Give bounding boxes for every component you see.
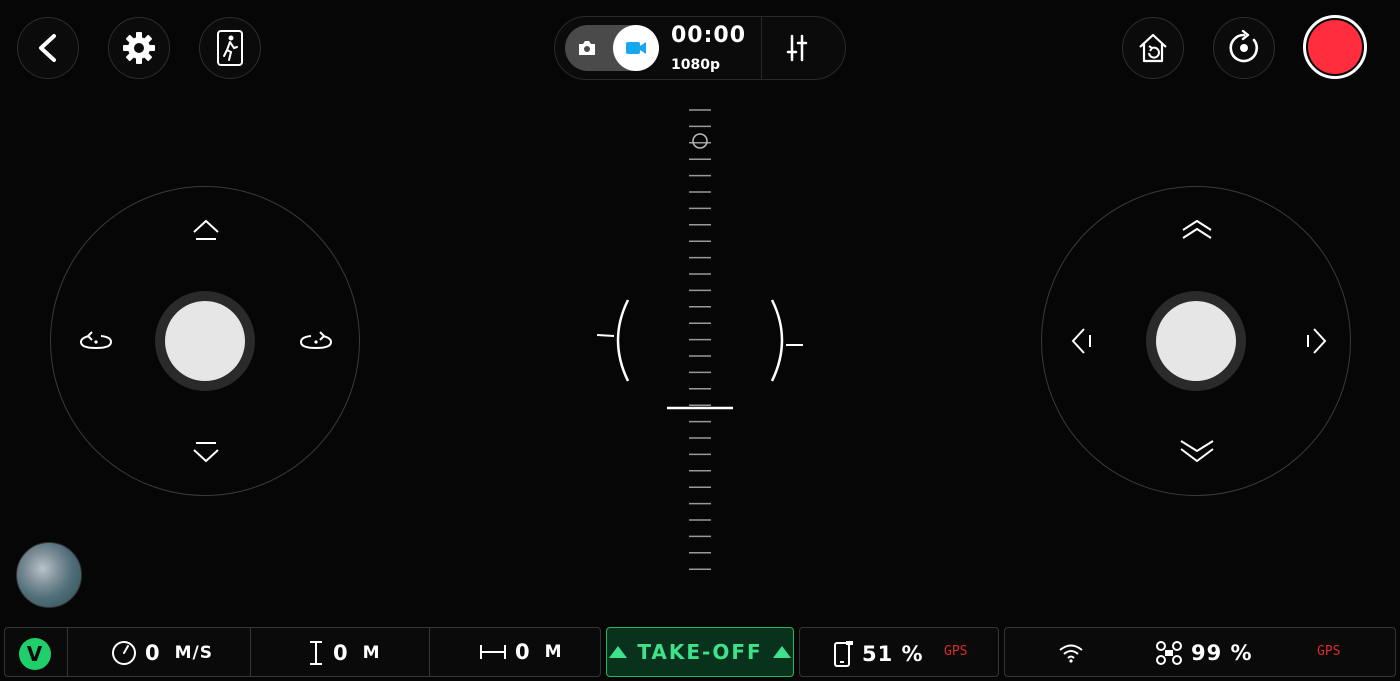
right-joystick[interactable] (1041, 186, 1351, 496)
drone-battery-value: 99 % (1191, 641, 1253, 665)
wifi-icon (1059, 644, 1083, 663)
altitude-marker (692, 133, 708, 149)
divider (250, 628, 251, 676)
ascend-arrow (188, 211, 224, 247)
drone-gps-status: GPS (1317, 644, 1341, 659)
phone-battery-value: 51 % (862, 642, 924, 666)
takeoff-button[interactable]: TAKE-OFF (606, 627, 794, 677)
right-stick-knob[interactable] (1156, 301, 1236, 381)
sliders-icon (786, 34, 808, 62)
left-stick-knob[interactable] (165, 301, 245, 381)
altitude-unit: M (362, 643, 381, 663)
photo-mode-button[interactable] (575, 37, 599, 59)
drone-status-panel: 99 % GPS (1004, 627, 1396, 677)
rotate-button[interactable] (1213, 17, 1275, 79)
reticle-left-bracket (616, 299, 630, 382)
mode-toggle[interactable] (565, 25, 659, 71)
status-bar: V 0 M/S 0 M 0 M TAKE-OFF 51 % GPS 99 % G… (0, 624, 1400, 681)
altitude-readout: 0 M (307, 640, 381, 666)
back-button[interactable] (17, 17, 79, 79)
double-chevron-up-icon (1182, 219, 1212, 239)
chevron-left-icon (39, 34, 56, 62)
divider (429, 628, 430, 676)
drone-battery-readout: 99 % (1155, 640, 1253, 666)
chevron-down-icon (193, 442, 219, 463)
phone-status-panel: 51 % GPS (799, 627, 999, 677)
record-dot (1308, 20, 1362, 74)
gallery-thumbnail[interactable] (16, 542, 82, 608)
phone-gps-status: GPS (944, 644, 968, 659)
left-arrow (1064, 323, 1100, 359)
takeoff-label: TAKE-OFF (637, 640, 763, 664)
altitude-value: 0 (333, 641, 349, 665)
left-joystick[interactable] (50, 186, 360, 496)
altitude-icon (310, 641, 322, 665)
video-mode-button[interactable] (613, 25, 659, 71)
pill-divider (761, 17, 762, 79)
distance-value: 0 (515, 640, 531, 664)
backward-arrow (1179, 433, 1215, 469)
video-camera-icon (626, 42, 646, 54)
distance-readout: 0 M (479, 640, 563, 664)
return-home-icon (1139, 33, 1167, 63)
gear-icon (123, 32, 155, 64)
settings-button[interactable] (108, 17, 170, 79)
chevron-up-icon (193, 219, 219, 240)
return-home-button[interactable] (1122, 17, 1184, 79)
phone-battery-readout: 51 % (832, 640, 924, 668)
divider (67, 628, 68, 676)
chevron-left-line-icon (1071, 328, 1091, 354)
follow-me-button[interactable] (199, 17, 261, 79)
phone-icon (834, 641, 853, 667)
right-arrow (1298, 323, 1334, 359)
triangle-up-icon (609, 646, 628, 658)
double-chevron-down-icon (1180, 440, 1214, 463)
descend-arrow (188, 435, 224, 471)
record-button[interactable] (1303, 15, 1367, 79)
rotate-left-icon (79, 331, 113, 350)
right-stick-ring (1146, 291, 1246, 391)
rotate-right-arrow (298, 323, 334, 359)
distance-unit: M (544, 642, 563, 662)
record-timer: 00:00 (671, 23, 747, 48)
speedometer-icon (112, 641, 136, 665)
triangle-up-icon (772, 646, 791, 658)
camera-control-pill: 00:00 1080p (554, 16, 846, 80)
camera-settings-button[interactable] (777, 31, 817, 65)
telemetry-panel: V 0 M/S 0 M 0 M (4, 627, 601, 677)
reticle-left-tick (596, 334, 615, 337)
altitude-scale (596, 109, 803, 570)
speed-unit: M/S (174, 643, 213, 663)
speed-value: 0 (145, 641, 161, 665)
rotate-icon (1229, 30, 1259, 63)
rotate-right-icon (299, 331, 333, 350)
reticle-right-bracket (770, 299, 784, 382)
rotate-left-arrow (78, 323, 114, 359)
drone-icon (1156, 641, 1182, 665)
camera-icon (579, 41, 595, 55)
resolution-label[interactable]: 1080p (671, 57, 720, 73)
distance-icon (480, 645, 506, 659)
chevron-right-line-icon (1307, 328, 1327, 354)
forward-arrow (1179, 211, 1215, 247)
walking-person-icon (217, 30, 243, 66)
left-stick-ring (155, 291, 255, 391)
v-badge[interactable]: V (19, 638, 51, 670)
speed-readout: 0 M/S (111, 640, 213, 666)
